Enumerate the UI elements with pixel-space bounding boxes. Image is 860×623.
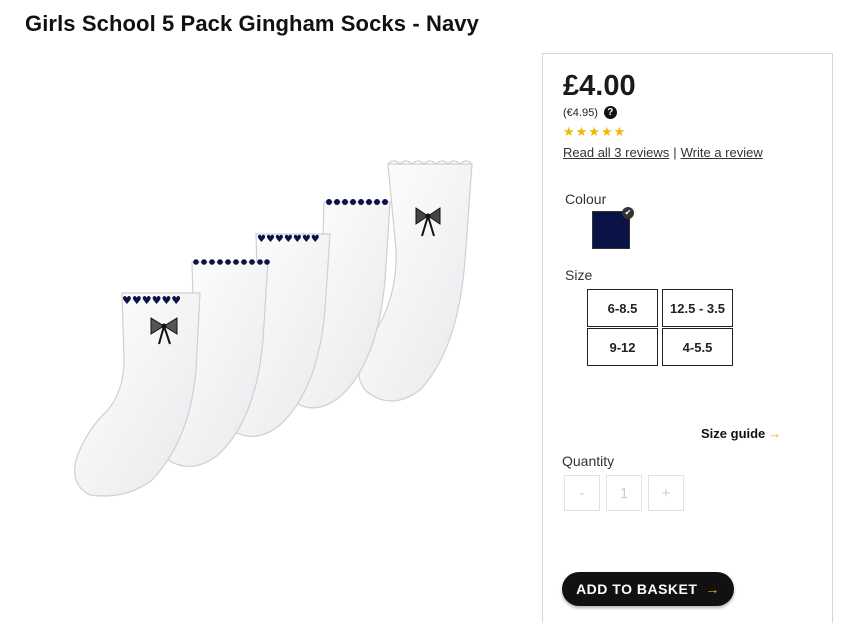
quantity-input[interactable]: 1 [606,475,642,511]
review-separator: | [673,145,677,160]
review-links: Read all 3 reviews | Write a review [563,145,763,160]
size-option-9-12[interactable]: 9-12 [587,328,658,366]
size-option-12-5-3-5[interactable]: 12.5 - 3.5 [662,289,733,327]
help-icon[interactable]: ? [603,106,617,119]
quantity-increase-button[interactable]: + [648,475,684,511]
size-guide-link[interactable]: Size guide → [701,426,781,441]
euro-price-row: (€4.95) ? [563,106,617,119]
svg-text:♥♥♥♥♥♥: ♥♥♥♥♥♥ [122,294,181,307]
colour-swatch-navy[interactable]: ✔ [592,207,634,249]
rating-stars-icon: ★★★★★ [563,124,627,139]
check-icon: ✔ [622,207,634,219]
add-to-basket-label: ADD TO BASKET [576,581,698,597]
product-options-panel: £4.00 (€4.95) ? ★★★★★ Read all 3 reviews… [542,53,833,623]
euro-price: (€4.95) [563,106,598,119]
add-to-basket-button[interactable]: ADD TO BASKET → [562,572,734,606]
quantity-decrease-button[interactable]: - [564,475,600,511]
size-guide-label: Size guide [701,426,766,441]
svg-text:♥♥♥♥♥♥♥: ♥♥♥♥♥♥♥ [257,234,320,245]
size-option-6-8-5[interactable]: 6-8.5 [587,289,658,327]
colour-label: Colour [565,191,607,207]
price: £4.00 [563,70,636,102]
arrow-right-icon: → [705,581,720,597]
size-label: Size [565,267,593,283]
arrow-right-icon: → [768,426,782,441]
write-review-link[interactable]: Write a review [681,145,763,160]
quantity-label: Quantity [562,453,615,469]
size-option-4-5-5[interactable]: 4-5.5 [662,328,733,366]
product-image: ♥♥♥♥♥♥♥ ♥♥♥♥♥♥ [60,150,490,520]
read-reviews-link[interactable]: Read all 3 reviews [563,145,669,160]
product-title: Girls School 5 Pack Gingham Socks - Navy [25,11,479,36]
